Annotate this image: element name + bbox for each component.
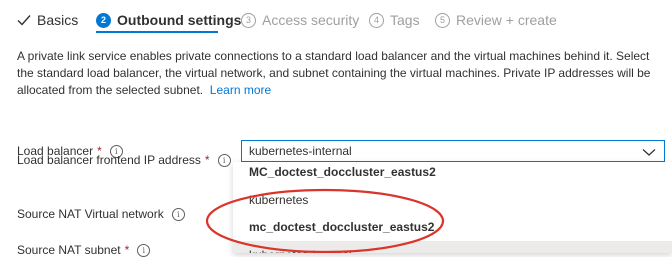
dropdown-group-header: MC_doctest_doccluster_eastus2 <box>233 162 672 186</box>
tab-outbound-settings[interactable]: 2 Outbound settings <box>96 10 241 30</box>
step-number-badge: 5 <box>435 12 450 28</box>
dropdown-group-header: mc_doctest_doccluster_eastus2 <box>233 213 672 241</box>
selected-value: kubernetes-internal <box>249 144 352 158</box>
source-nat-subnet-label: Source NAT subnet * i <box>17 243 151 257</box>
chevron-down-icon[interactable] <box>642 145 656 159</box>
label-text: Source NAT subnet <box>17 243 121 257</box>
tab-basics[interactable]: Basics <box>17 10 78 30</box>
option-label: mc_doctest_doccluster_eastus2 <box>249 220 435 234</box>
dropdown-option-selected[interactable]: kubernetes-internal <box>233 241 672 253</box>
label-text: Load balancer frontend IP address <box>17 153 201 167</box>
option-label: kubernetes-internal <box>249 248 352 253</box>
required-marker: * <box>204 153 210 167</box>
info-icon[interactable]: i <box>137 243 151 257</box>
wizard-tabs: Basics 2 Outbound settings 3 Access secu… <box>0 0 672 34</box>
option-label: MC_doctest_doccluster_eastus2 <box>249 165 436 179</box>
label-text: Source NAT Virtual network <box>17 207 164 221</box>
source-nat-vnet-label: Source NAT Virtual network i <box>17 207 185 221</box>
tab-review-create[interactable]: 5 Review + create <box>435 10 557 30</box>
step-number-badge: 3 <box>241 12 256 28</box>
info-icon[interactable]: i <box>217 153 231 167</box>
tab-tags[interactable]: 4 Tags <box>369 10 420 30</box>
tab-access-security[interactable]: 3 Access security <box>241 10 359 30</box>
tab-label: Outbound settings <box>117 12 242 28</box>
load-balancer-frontend-ip-label: Load balancer frontend IP address * i <box>17 153 231 167</box>
check-icon <box>17 15 31 26</box>
tab-label: Basics <box>37 12 79 28</box>
tab-label: Access security <box>262 12 360 28</box>
active-tab-indicator <box>96 31 218 33</box>
required-marker: * <box>124 243 130 257</box>
dropdown-option[interactable]: kubernetes <box>233 186 672 214</box>
learn-more-link[interactable]: Learn more <box>210 83 271 97</box>
load-balancer-dropdown-list: MC_doctest_doccluster_eastus2 kubernetes… <box>233 162 672 253</box>
description: A private link service enables private c… <box>17 48 667 99</box>
step-number-badge: 4 <box>369 12 384 28</box>
description-text: A private link service enables private c… <box>17 49 651 97</box>
info-icon[interactable]: i <box>171 207 185 221</box>
tab-label: Tags <box>390 12 420 28</box>
load-balancer-select[interactable]: kubernetes-internal <box>241 140 665 162</box>
step-number-badge: 2 <box>96 12 111 28</box>
option-label: kubernetes <box>249 193 309 207</box>
tab-label: Review + create <box>456 12 557 28</box>
